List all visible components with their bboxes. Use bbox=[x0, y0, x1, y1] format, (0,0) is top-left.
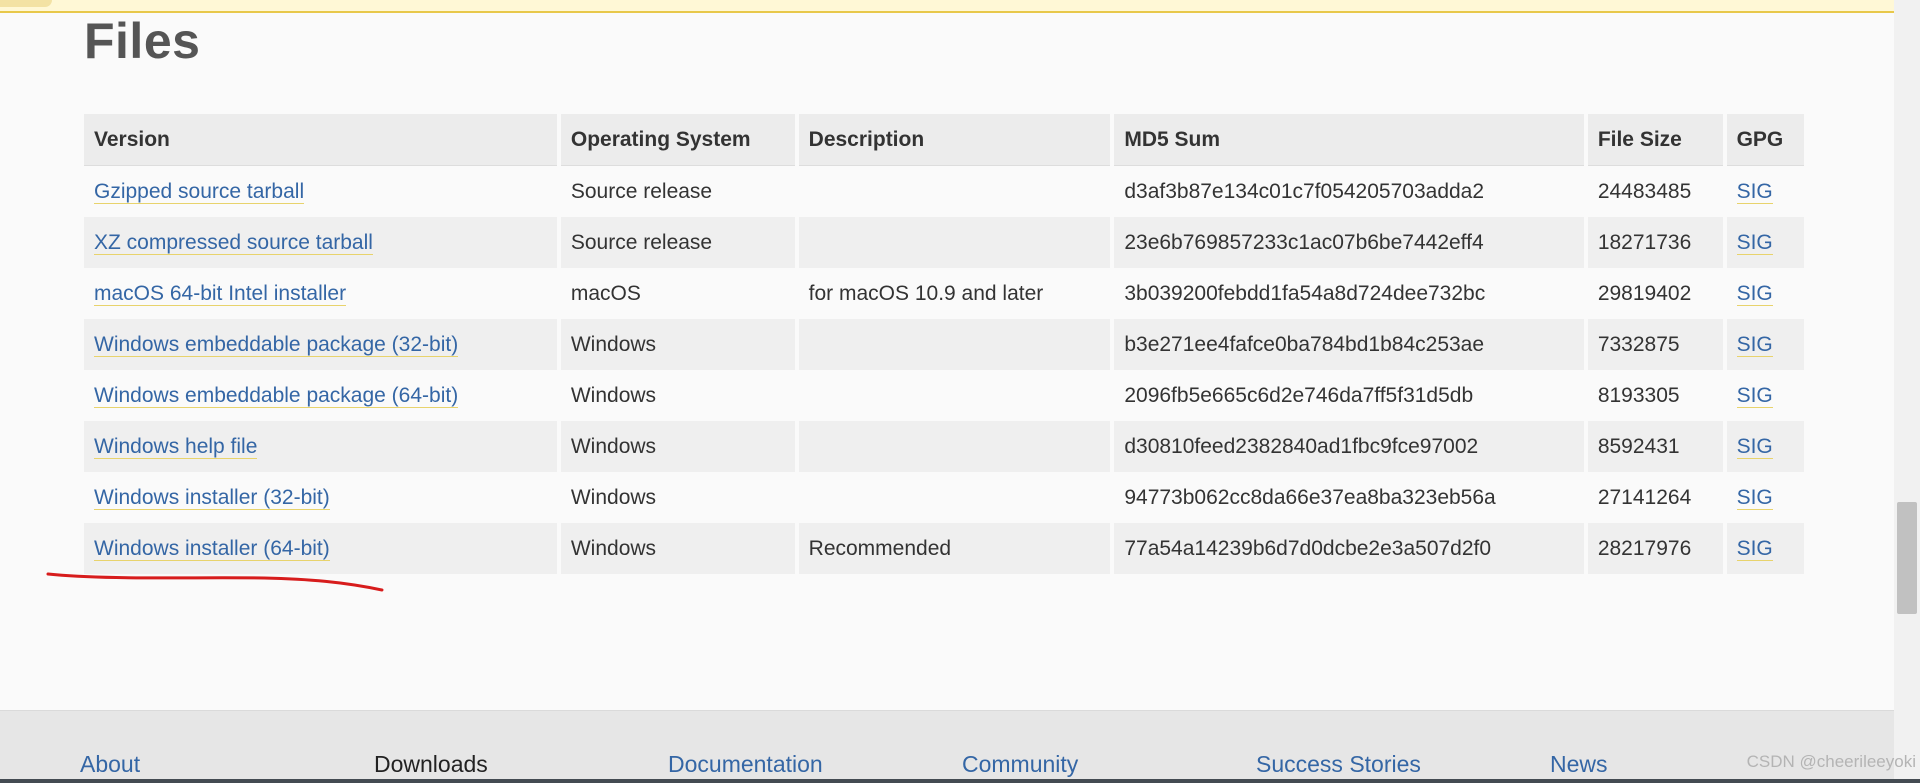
cell-version: Windows installer (32-bit) bbox=[84, 472, 557, 523]
vertical-scrollbar[interactable] bbox=[1894, 0, 1920, 783]
cell-gpg: SIG bbox=[1726, 268, 1804, 319]
table-row: macOS 64-bit Intel installer macOS for mac… bbox=[84, 268, 1804, 319]
cell-md5-sum: 77a54a14239b6d7d0dcbe2e3a507d2f0 bbox=[1114, 523, 1584, 574]
cell-gpg: SIG bbox=[1726, 217, 1804, 268]
cell-description bbox=[798, 166, 1111, 217]
footer-nav-documentation[interactable]: Documentation bbox=[668, 751, 823, 778]
footer-nav-downloads[interactable]: Downloads bbox=[374, 751, 488, 778]
version-download-link[interactable]: Gzipped source tarball bbox=[94, 179, 305, 204]
cell-operating-system: Windows bbox=[560, 421, 795, 472]
gpg-signature-link[interactable]: SIG bbox=[1736, 332, 1773, 357]
cell-gpg: SIG bbox=[1726, 370, 1804, 421]
table-row: Windows help file Windows d30810feed238284… bbox=[84, 421, 1804, 472]
cell-md5-sum: 3b039200febdd1fa54a8d724dee732bc bbox=[1114, 268, 1584, 319]
cell-version: macOS 64-bit Intel installer bbox=[84, 268, 557, 319]
cell-version: Windows embeddable package (32-bit) bbox=[84, 319, 557, 370]
version-download-link[interactable]: Windows installer (32-bit) bbox=[94, 485, 330, 510]
cell-description bbox=[798, 370, 1111, 421]
cell-version: Gzipped source tarball bbox=[84, 166, 557, 217]
cell-description bbox=[798, 319, 1111, 370]
cell-gpg: SIG bbox=[1726, 319, 1804, 370]
cell-version: Windows embeddable package (64-bit) bbox=[84, 370, 557, 421]
gpg-signature-link[interactable]: SIG bbox=[1736, 230, 1773, 255]
annotation-stroke bbox=[46, 572, 384, 592]
cell-description bbox=[798, 472, 1111, 523]
cell-file-size: 18271736 bbox=[1587, 217, 1723, 268]
cell-file-size: 8592431 bbox=[1587, 421, 1723, 472]
table-row: Windows installer (32-bit) Windows 94773b0… bbox=[84, 472, 1804, 523]
footer-nav-about[interactable]: About bbox=[80, 751, 140, 778]
cell-md5-sum: b3e271ee4fafce0ba784bd1b84c253ae bbox=[1114, 319, 1584, 370]
cell-md5-sum: d3af3b87e134c01c7f054205703adda2 bbox=[1114, 166, 1584, 217]
cell-operating-system: Source release bbox=[560, 166, 795, 217]
header-file-size: File Size bbox=[1587, 114, 1723, 166]
page-title: Files bbox=[84, 13, 201, 69]
cell-gpg: SIG bbox=[1726, 472, 1804, 523]
cell-file-size: 8193305 bbox=[1587, 370, 1723, 421]
notification-tab[interactable] bbox=[0, 0, 52, 7]
cell-gpg: SIG bbox=[1726, 523, 1804, 574]
cell-md5-sum: 23e6b769857233c1ac07b6be7442eff4 bbox=[1114, 217, 1584, 268]
header-md5-sum: MD5 Sum bbox=[1114, 114, 1584, 166]
cell-description bbox=[798, 421, 1111, 472]
cell-file-size: 7332875 bbox=[1587, 319, 1723, 370]
cell-version: Windows installer (64-bit) bbox=[84, 523, 557, 574]
cell-md5-sum: 2096fb5e665c6d2e746da7ff5f31d5db bbox=[1114, 370, 1584, 421]
footer-nav-success-stories[interactable]: Success Stories bbox=[1256, 751, 1421, 778]
files-table: Version Operating System Description MD5… bbox=[80, 114, 1808, 574]
cell-description: for macOS 10.9 and later bbox=[798, 268, 1111, 319]
table-row: Windows embeddable package (32-bit) Windo… bbox=[84, 319, 1804, 370]
table-header-row: Version Operating System Description MD5… bbox=[84, 114, 1804, 166]
header-gpg: GPG bbox=[1726, 114, 1804, 166]
red-underline-annotation bbox=[46, 572, 384, 592]
gpg-signature-link[interactable]: SIG bbox=[1736, 434, 1773, 459]
cell-operating-system: Windows bbox=[560, 523, 795, 574]
gpg-signature-link[interactable]: SIG bbox=[1736, 536, 1773, 561]
cell-operating-system: Windows bbox=[560, 472, 795, 523]
version-download-link[interactable]: Windows help file bbox=[94, 434, 258, 459]
cell-file-size: 29819402 bbox=[1587, 268, 1723, 319]
gpg-signature-link[interactable]: SIG bbox=[1736, 485, 1773, 510]
cell-file-size: 24483485 bbox=[1587, 166, 1723, 217]
version-download-link[interactable]: macOS 64-bit Intel installer bbox=[94, 281, 347, 306]
header-version: Version bbox=[84, 114, 557, 166]
header-operating-system: Operating System bbox=[560, 114, 795, 166]
cell-operating-system: Windows bbox=[560, 319, 795, 370]
footer-nav-community[interactable]: Community bbox=[962, 751, 1078, 778]
table-row: Windows embeddable package (64-bit) Windo… bbox=[84, 370, 1804, 421]
cell-file-size: 28217976 bbox=[1587, 523, 1723, 574]
gpg-signature-link[interactable]: SIG bbox=[1736, 383, 1773, 408]
footer-nav-news[interactable]: News bbox=[1550, 751, 1608, 778]
table-row: Windows installer (64-bit) Windows Recomme… bbox=[84, 523, 1804, 574]
bottom-edge bbox=[0, 779, 1920, 783]
notification-bar[interactable] bbox=[0, 0, 1920, 13]
cell-file-size: 27141264 bbox=[1587, 472, 1723, 523]
cell-version: XZ compressed source tarball bbox=[84, 217, 557, 268]
cell-operating-system: Source release bbox=[560, 217, 795, 268]
version-download-link[interactable]: XZ compressed source tarball bbox=[94, 230, 373, 255]
watermark: CSDN @cheerileeyoki bbox=[1746, 752, 1916, 771]
version-download-link[interactable]: Windows installer (64-bit) bbox=[94, 536, 330, 561]
table-row: XZ compressed source tarball Source relea… bbox=[84, 217, 1804, 268]
gpg-signature-link[interactable]: SIG bbox=[1736, 179, 1773, 204]
gpg-signature-link[interactable]: SIG bbox=[1736, 281, 1773, 306]
version-download-link[interactable]: Windows embeddable package (64-bit) bbox=[94, 383, 459, 408]
cell-version: Windows help file bbox=[84, 421, 557, 472]
page: Files Version Operating System Descripti… bbox=[0, 0, 1920, 783]
cell-operating-system: Windows bbox=[560, 370, 795, 421]
cell-md5-sum: d30810feed2382840ad1fbc9fce97002 bbox=[1114, 421, 1584, 472]
header-description: Description bbox=[798, 114, 1111, 166]
cell-description: Recommended bbox=[798, 523, 1111, 574]
footer: About Downloads Documentation Community Succ… bbox=[0, 710, 1894, 783]
files-table-body: Gzipped source tarball Source release d3af… bbox=[84, 166, 1804, 574]
cell-md5-sum: 94773b062cc8da66e37ea8ba323eb56a bbox=[1114, 472, 1584, 523]
cell-operating-system: macOS bbox=[560, 268, 795, 319]
scrollbar-thumb[interactable] bbox=[1897, 502, 1917, 614]
cell-description bbox=[798, 217, 1111, 268]
cell-gpg: SIG bbox=[1726, 421, 1804, 472]
version-download-link[interactable]: Windows embeddable package (32-bit) bbox=[94, 332, 459, 357]
cell-gpg: SIG bbox=[1726, 166, 1804, 217]
table-row: Gzipped source tarball Source release d3af… bbox=[84, 166, 1804, 217]
